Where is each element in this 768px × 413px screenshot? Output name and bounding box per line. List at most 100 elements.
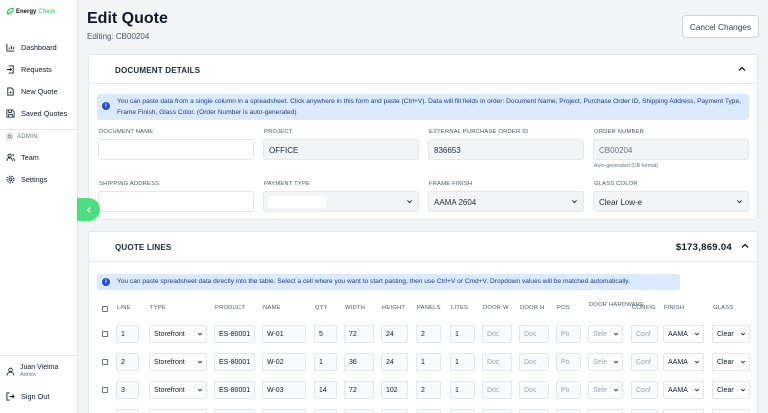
shipping-address-input[interactable] (98, 191, 254, 212)
chevron-up-icon[interactable] (740, 241, 750, 251)
cell-name[interactable]: W-01 (262, 325, 306, 343)
cell-door-w[interactable]: Doc (482, 381, 512, 399)
cell-type[interactable]: Storefront (149, 381, 207, 399)
cell-door-h[interactable]: Doc (519, 381, 549, 399)
cell-panels[interactable]: 2 (416, 381, 441, 399)
cell-product[interactable]: ES-80001 (214, 325, 255, 343)
cell-hardware[interactable] (588, 409, 623, 413)
cell-line[interactable] (116, 409, 139, 413)
cell-glass[interactable] (712, 409, 750, 413)
cell-panels[interactable]: 1 (416, 353, 441, 371)
cell-product[interactable] (214, 409, 255, 413)
chevron-down-icon (197, 388, 203, 392)
cell-name[interactable] (262, 409, 306, 413)
cell-panels[interactable] (416, 409, 441, 413)
cell-width[interactable]: 72 (344, 381, 374, 399)
glass-color-select[interactable]: Clear Low-e (593, 191, 749, 212)
cell-panels[interactable]: 2 (416, 325, 441, 343)
row-checkbox[interactable] (102, 387, 108, 393)
cancel-changes-button[interactable]: Cancel Changes (682, 15, 759, 38)
cell-lites[interactable] (450, 409, 475, 413)
cell-name[interactable]: W-03 (262, 381, 306, 399)
user-profile[interactable]: Juan Vielma Admin (6, 364, 58, 378)
cell-glass[interactable]: Clear (712, 325, 750, 343)
cell-type[interactable] (149, 409, 207, 413)
cell-finish[interactable]: AAMA (663, 325, 704, 343)
cell-pos[interactable] (556, 409, 581, 413)
cell-height[interactable]: 24 (381, 353, 408, 371)
cell-qty[interactable]: 1 (314, 353, 337, 371)
info-text: You can paste data from a single column … (117, 98, 741, 116)
quote-lines-header[interactable]: QUOTE LINES $173,869.04 (89, 232, 757, 262)
user-name: Juan Vielma (20, 364, 59, 371)
cell-qty[interactable]: 5 (314, 325, 337, 343)
cell-door-h[interactable]: Doc (519, 325, 549, 343)
cell-door-w[interactable]: Doc (482, 325, 512, 343)
cell-width[interactable] (344, 409, 374, 413)
cell-value: 1 (421, 359, 425, 366)
cell-pos[interactable]: Po (556, 381, 581, 399)
cell-line[interactable]: 2 (116, 353, 139, 371)
cell-product[interactable]: ES-80001 (214, 381, 255, 399)
cell-height[interactable]: 102 (381, 381, 408, 399)
cell-door-h[interactable] (519, 409, 549, 413)
sign-out-button[interactable]: Sign Out (6, 392, 49, 401)
row-checkbox[interactable] (102, 359, 108, 365)
logo[interactable]: Energy Check (6, 7, 55, 16)
row-checkbox[interactable] (102, 331, 108, 337)
cell-lites[interactable]: 1 (450, 353, 475, 371)
project-input[interactable]: OFFICE (263, 139, 419, 160)
cell-line[interactable]: 3 (116, 381, 139, 399)
column-header: GLASS (713, 305, 734, 311)
cell-lites[interactable]: 1 (450, 381, 475, 399)
frame-finish-select[interactable]: AAMA 2604 (428, 191, 584, 212)
cell-glass[interactable]: Clear (712, 381, 750, 399)
document-name-input[interactable] (98, 139, 254, 160)
cell-value: 72 (349, 331, 357, 338)
chevron-up-icon[interactable] (737, 64, 747, 74)
cell-width[interactable]: 72 (344, 325, 374, 343)
nav-item-new-quote[interactable]: New Quote (6, 87, 58, 96)
cell-config[interactable] (631, 409, 658, 413)
cell-value: Conf (636, 359, 651, 366)
cell-door-w[interactable] (482, 409, 512, 413)
cell-value: Po (561, 359, 570, 366)
external-po-input[interactable]: 836653 (428, 139, 584, 160)
cell-finish[interactable] (663, 409, 704, 413)
cell-type[interactable]: Storefront (149, 325, 207, 343)
cell-config[interactable]: Conf (631, 381, 658, 399)
cell-door-h[interactable]: Doc (519, 353, 549, 371)
cell-hardware[interactable]: Sele (588, 381, 623, 399)
cell-height[interactable] (381, 409, 408, 413)
field-label: FRAME FINISH (429, 181, 473, 187)
cell-width[interactable]: 36 (344, 353, 374, 371)
cell-finish[interactable]: AAMA (663, 353, 704, 371)
cell-hardware[interactable]: Sele (588, 353, 623, 371)
cell-height[interactable]: 24 (381, 325, 408, 343)
nav-item-team[interactable]: Team (6, 153, 39, 162)
nav-item-requests[interactable]: Requests (6, 65, 52, 74)
select-all-checkbox[interactable] (102, 306, 108, 312)
cell-line[interactable]: 1 (116, 325, 139, 343)
nav-item-dashboard[interactable]: Dashboard (6, 43, 57, 52)
cell-finish[interactable]: AAMA (663, 381, 704, 399)
payment-type-select[interactable] (263, 191, 419, 212)
cell-lites[interactable]: 1 (450, 325, 475, 343)
cell-hardware[interactable]: Sele (588, 325, 623, 343)
nav-item-saved-quotes[interactable]: Saved Quotes (6, 109, 67, 118)
cell-product[interactable]: ES-80001 (214, 353, 255, 371)
cell-config[interactable]: Conf (631, 353, 658, 371)
cell-name[interactable]: W-02 (262, 353, 306, 371)
cell-type[interactable]: Storefront (149, 353, 207, 371)
sidebar-toggle-button[interactable] (77, 198, 100, 221)
cell-glass[interactable]: Clear (712, 353, 750, 371)
cell-pos[interactable]: Po (556, 325, 581, 343)
document-details-header[interactable]: DOCUMENT DETAILS (89, 55, 757, 84)
cell-qty[interactable]: 14 (314, 381, 337, 399)
cell-pos[interactable]: Po (556, 353, 581, 371)
chevron-down-icon (613, 332, 619, 336)
cell-qty[interactable] (314, 409, 337, 413)
nav-item-settings[interactable]: Settings (6, 175, 47, 184)
cell-door-w[interactable]: Doc (482, 353, 512, 371)
cell-config[interactable]: Conf (631, 325, 658, 343)
